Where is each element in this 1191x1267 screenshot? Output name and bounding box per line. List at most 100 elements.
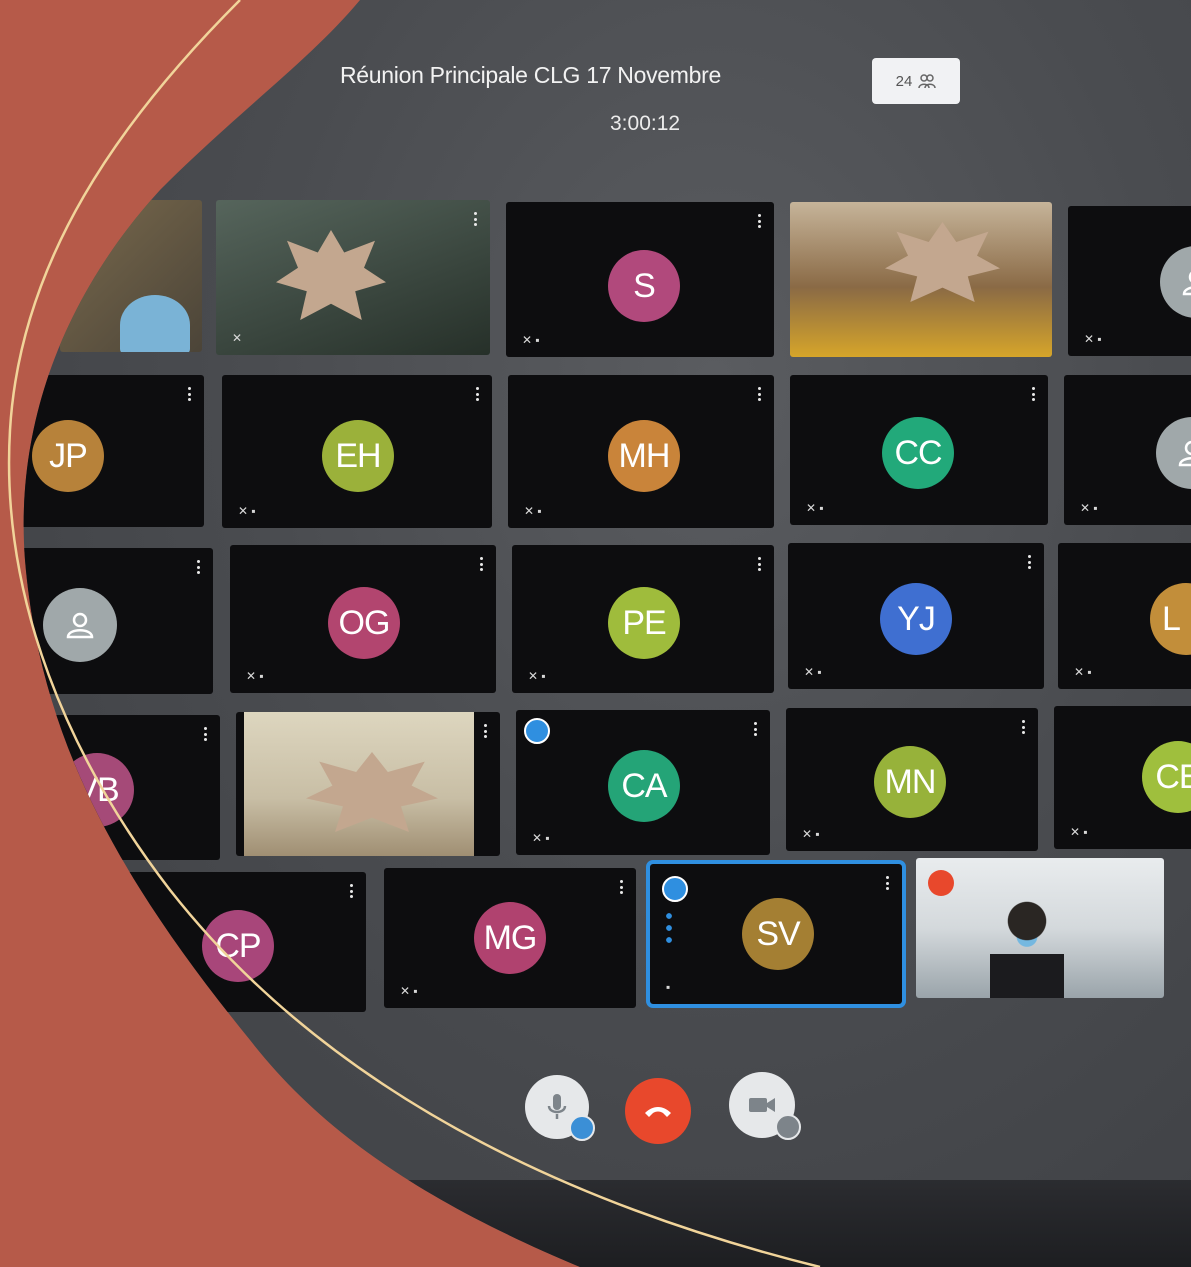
- chevron-down-icon[interactable]: [775, 1114, 801, 1140]
- avatar: CE: [1142, 741, 1191, 813]
- muted-camera-off-icon: ✕ ▪: [804, 665, 822, 679]
- tile-menu-icon[interactable]: [188, 387, 192, 401]
- muted-camera-off-icon: ✕ ▪: [1070, 825, 1088, 839]
- meeting-screen: Réunion Principale CLG 17 Novembre 3:00:…: [0, 0, 1191, 1267]
- avatar: [1160, 246, 1191, 318]
- muted-camera-off-icon: ✕ ▪: [1074, 665, 1092, 679]
- muted-camera-off-icon: ✕ ▪: [246, 669, 264, 683]
- tile-menu-icon[interactable]: [1028, 555, 1032, 569]
- chevron-down-icon[interactable]: [569, 1115, 595, 1141]
- participant-tile[interactable]: YJ ✕ ▪: [788, 543, 1044, 689]
- participant-tile-active-speaker[interactable]: SV ▪: [650, 864, 902, 1004]
- tile-menu-icon[interactable]: [754, 722, 758, 736]
- participant-tile[interactable]: JP: [20, 375, 204, 527]
- participants-icon: [918, 72, 936, 90]
- avatar: L: [1150, 583, 1191, 655]
- monitor-bezel: [380, 1180, 1191, 1267]
- participant-tile[interactable]: [60, 200, 202, 352]
- participant-tile[interactable]: MN ✕ ▪: [786, 708, 1038, 851]
- avatar: MG: [474, 902, 546, 974]
- participant-tile[interactable]: CA ✕ ▪: [516, 710, 770, 855]
- participant-tile[interactable]: MH ✕ ▪: [508, 375, 774, 528]
- avatar: [43, 588, 117, 662]
- muted-camera-off-icon: ✕ ▪: [1084, 332, 1102, 346]
- participant-tile[interactable]: ✕ ▪: [1064, 375, 1191, 525]
- avatar: CC: [882, 417, 954, 489]
- camera-button[interactable]: [729, 1072, 795, 1138]
- avatar: MN: [874, 746, 946, 818]
- participant-tile[interactable]: PE ✕ ▪: [512, 545, 774, 693]
- muted-camera-off-icon: ✕ ▪: [522, 333, 540, 347]
- participant-tile[interactable]: [15, 548, 213, 694]
- muted-icon: ✕: [232, 331, 243, 345]
- hangup-button[interactable]: [625, 1078, 691, 1144]
- avatar-initials: JP: [49, 436, 87, 475]
- tile-menu-icon[interactable]: [204, 727, 208, 741]
- avatar-initials: CC: [894, 433, 942, 472]
- tile-menu-icon[interactable]: [197, 560, 201, 574]
- tile-menu-icon[interactable]: [474, 212, 478, 226]
- participant-tile[interactable]: [916, 858, 1164, 998]
- muted-camera-off-icon: ✕ ▪: [1080, 501, 1098, 515]
- avatar-initials: OG: [338, 603, 390, 642]
- avatar: VB: [60, 753, 134, 827]
- avatar-initials: VB: [75, 770, 119, 809]
- avatar: JP: [32, 420, 104, 492]
- video-feed: [990, 888, 1064, 998]
- participant-tile[interactable]: CP: [120, 872, 366, 1012]
- participant-tile[interactable]: CC ✕ ▪: [790, 375, 1048, 525]
- participant-tile[interactable]: [236, 712, 500, 856]
- avatar: MH: [608, 420, 680, 492]
- participant-tile[interactable]: EH ✕ ▪: [222, 375, 492, 528]
- participant-tile[interactable]: MG ✕ ▪: [384, 868, 636, 1008]
- avatar: [1156, 417, 1191, 489]
- participant-tile[interactable]: OG ✕ ▪: [230, 545, 496, 693]
- hangup-icon: [643, 1103, 673, 1119]
- participant-tile[interactable]: CE ✕ ▪: [1054, 706, 1191, 849]
- person-icon: [1180, 266, 1191, 298]
- avatar-initials: SV: [756, 914, 800, 953]
- avatar: CP: [202, 910, 274, 982]
- tile-menu-icon[interactable]: [886, 876, 890, 890]
- network-quality-icon: [928, 870, 954, 896]
- participant-tile[interactable]: VB: [40, 715, 220, 860]
- avatar: S: [608, 250, 680, 322]
- tile-menu-icon[interactable]: [484, 724, 488, 738]
- microphone-button[interactable]: [525, 1075, 589, 1139]
- muted-camera-off-icon: ✕ ▪: [528, 669, 546, 683]
- camera-off-icon: ▪: [666, 980, 671, 994]
- avatar-initials: CP: [215, 926, 261, 965]
- participant-tile[interactable]: ✕: [216, 200, 490, 355]
- participant-count-button[interactable]: 24: [872, 58, 960, 104]
- tile-menu-icon[interactable]: [476, 387, 480, 401]
- tile-menu-icon[interactable]: [1022, 720, 1026, 734]
- avatar: EH: [322, 420, 394, 492]
- avatar-initials: S: [633, 266, 655, 305]
- privacy-blur: [276, 230, 386, 320]
- tile-menu-icon[interactable]: [758, 557, 762, 571]
- tile-menu-icon[interactable]: [758, 214, 762, 228]
- participant-tile[interactable]: [790, 202, 1052, 357]
- tile-menu-icon[interactable]: [1032, 387, 1036, 401]
- avatar-initials: MH: [618, 436, 670, 475]
- participant-tile[interactable]: L ✕ ▪: [1058, 543, 1191, 689]
- avatar-initials: PE: [622, 603, 666, 642]
- tile-menu-icon[interactable]: [758, 387, 762, 401]
- tile-menu-icon[interactable]: [350, 884, 354, 898]
- tile-menu-icon[interactable]: [620, 880, 624, 894]
- avatar-initials: YJ: [897, 599, 935, 638]
- avatar-initials: MN: [884, 762, 936, 801]
- avatar: OG: [328, 587, 400, 659]
- muted-camera-off-icon: ✕ ▪: [238, 504, 256, 518]
- speaking-indicator: [662, 876, 688, 902]
- avatar-initials: CE: [1155, 757, 1191, 796]
- meeting-timer: 3:00:12: [610, 112, 681, 135]
- participant-tile[interactable]: S ✕ ▪: [506, 202, 774, 357]
- audio-level-icon: [666, 910, 672, 946]
- video-feed: [120, 295, 190, 352]
- muted-camera-off-icon: ✕ ▪: [806, 501, 824, 515]
- tile-menu-icon[interactable]: [480, 557, 484, 571]
- avatar: SV: [742, 898, 814, 970]
- muted-camera-off-icon: ✕ ▪: [802, 827, 820, 841]
- participant-tile[interactable]: ✕ ▪: [1068, 206, 1191, 356]
